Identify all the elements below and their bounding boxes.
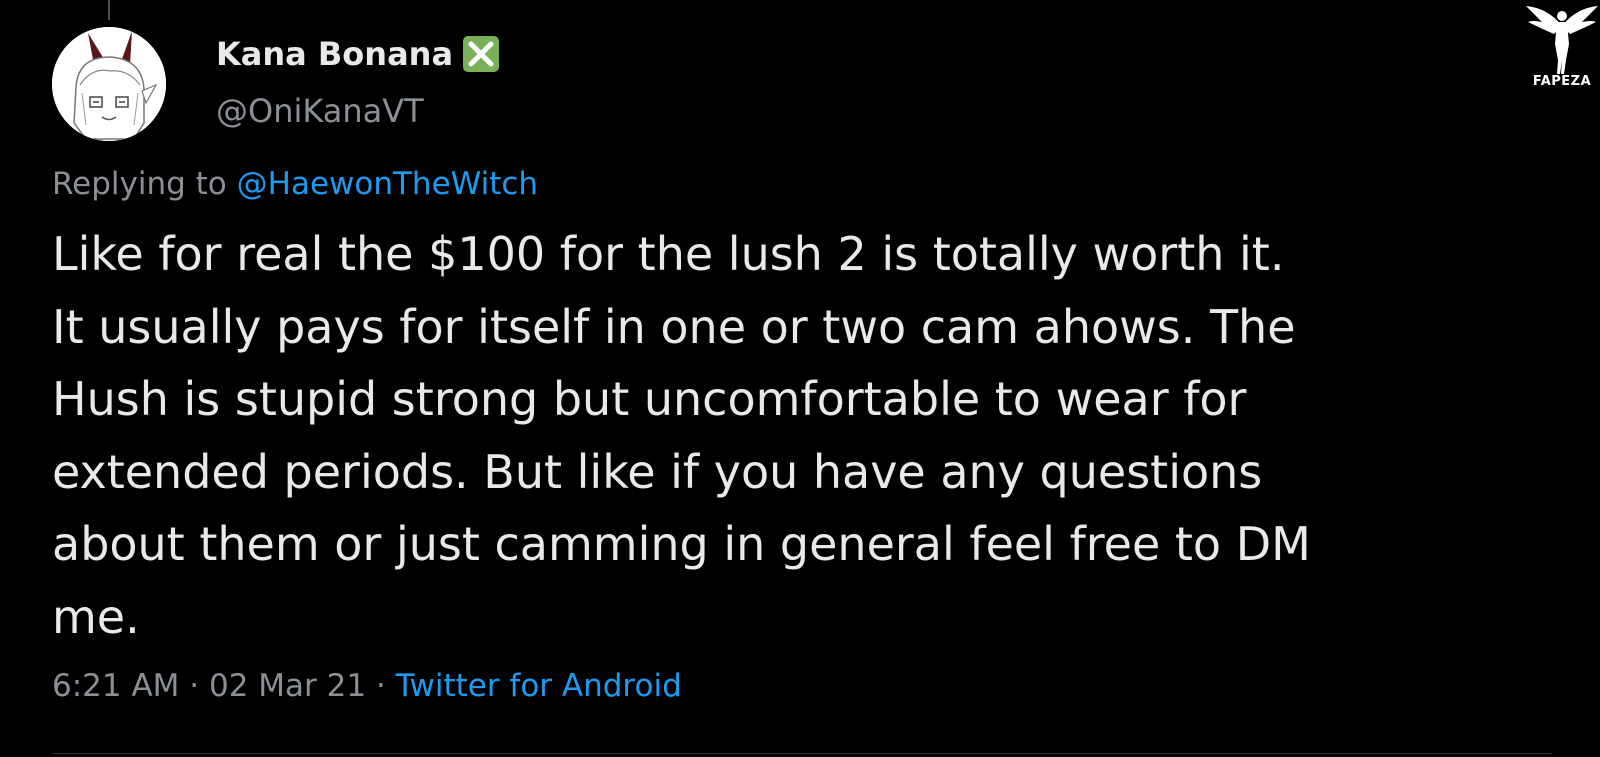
tweet-text-line: extended periods. But like if you have a… bbox=[52, 444, 1263, 499]
meta-separator: · bbox=[189, 668, 200, 704]
replying-to-prefix: Replying to bbox=[52, 166, 227, 202]
author-display-name[interactable]: Kana Bonana bbox=[216, 35, 453, 73]
tweet-text-line: me. bbox=[52, 589, 140, 644]
verified-check-icon bbox=[461, 34, 501, 74]
tweet-body: Like for real the $100 for the lush 2 is… bbox=[52, 218, 1492, 653]
tweet-text-line: about them or just camming in general fe… bbox=[52, 517, 1311, 571]
divider bbox=[52, 753, 1552, 754]
watermark-logo: FAPEZA bbox=[1524, 0, 1600, 96]
avatar-image bbox=[52, 27, 166, 141]
tweet-text-line: Like for real the $100 for the lush 2 is… bbox=[52, 227, 1285, 281]
replying-to-mention-link[interactable]: @HaewonTheWitch bbox=[237, 166, 538, 202]
thread-connector-line bbox=[108, 0, 110, 20]
tweet-meta: 6:21 AM · 02 Mar 21 · Twitter for Androi… bbox=[52, 668, 682, 704]
tweet-time[interactable]: 6:21 AM bbox=[52, 668, 179, 704]
tweet-source-link[interactable]: Twitter for Android bbox=[396, 668, 682, 704]
tweet-date[interactable]: 02 Mar 21 bbox=[209, 668, 366, 704]
tweet-text-line: It usually pays for itself in one or two… bbox=[52, 299, 1296, 354]
replying-to-line: Replying to @HaewonTheWitch bbox=[52, 166, 538, 202]
author-handle[interactable]: @OniKanaVT bbox=[216, 92, 424, 130]
watermark-text: FAPEZA bbox=[1532, 74, 1592, 89]
winged-figure-icon bbox=[1526, 6, 1598, 74]
meta-separator: · bbox=[375, 668, 386, 704]
avatar[interactable] bbox=[52, 27, 166, 141]
author-name-row: Kana Bonana bbox=[216, 34, 501, 74]
tweet-text-line: Hush is stupid strong but uncomfortable … bbox=[52, 372, 1247, 426]
